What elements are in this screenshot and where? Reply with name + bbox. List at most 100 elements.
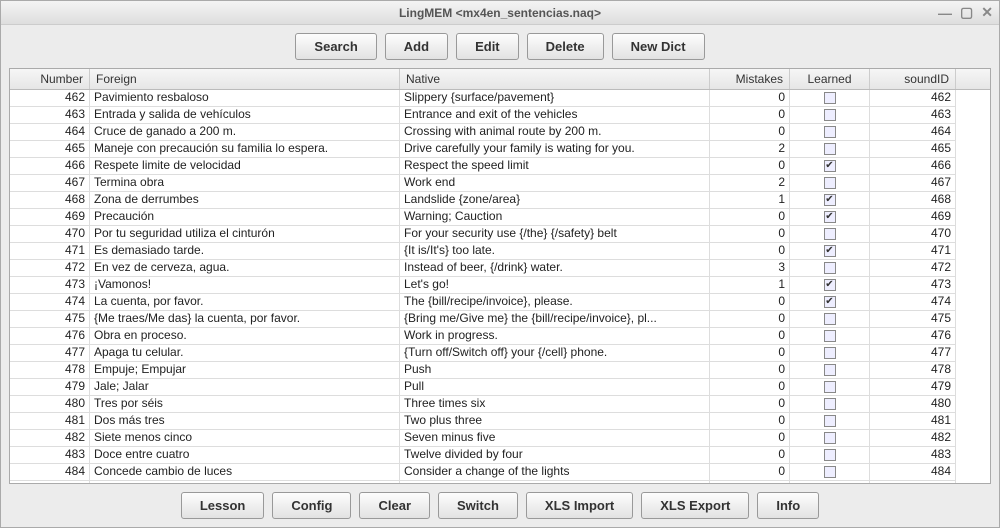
cell-learned: [790, 90, 870, 107]
table-row[interactable]: 472En vez de cerveza, agua.Instead of be…: [10, 260, 990, 277]
table-row[interactable]: 480Tres por séisThree times six0480: [10, 396, 990, 413]
learned-checkbox[interactable]: [824, 398, 836, 410]
cell-mistakes: 0: [710, 124, 790, 141]
minimize-icon[interactable]: —: [938, 5, 952, 21]
table-row[interactable]: 465Maneje con precaución su familia lo e…: [10, 141, 990, 158]
cell-foreign: Es demasiado tarde.: [90, 243, 400, 260]
table-row[interactable]: 463Entrada y salida de vehículosEntrance…: [10, 107, 990, 124]
learned-checkbox[interactable]: ✔: [824, 296, 836, 308]
learned-checkbox[interactable]: [824, 126, 836, 138]
table-row[interactable]: 483Doce entre cuatroTwelve divided by fo…: [10, 447, 990, 464]
cell-foreign: ¡Vamonos!: [90, 277, 400, 294]
cell-native: Pull: [400, 379, 710, 396]
learned-checkbox[interactable]: [824, 330, 836, 342]
cell-mistakes: 0: [710, 294, 790, 311]
cell-mistakes: 0: [710, 209, 790, 226]
xlsimport-button[interactable]: XLS Import: [526, 492, 633, 519]
table-row[interactable]: 470Por tu seguridad utiliza el cinturónF…: [10, 226, 990, 243]
cell-native: Drive carefully your family is wating fo…: [400, 141, 710, 158]
xlsexport-button[interactable]: XLS Export: [641, 492, 749, 519]
cell-native: Respect the speed limit: [400, 158, 710, 175]
learned-checkbox[interactable]: [824, 347, 836, 359]
learned-checkbox[interactable]: [824, 466, 836, 478]
info-button[interactable]: Info: [757, 492, 819, 519]
cell-learned: [790, 141, 870, 158]
cell-foreign: En vez de cerveza, agua.: [90, 260, 400, 277]
learned-checkbox[interactable]: [824, 381, 836, 393]
cell-soundid: 477: [870, 345, 956, 362]
table-row[interactable]: 476Obra en proceso.Work in progress.0476: [10, 328, 990, 345]
cell-soundid: 470: [870, 226, 956, 243]
cell-number: 473: [10, 277, 90, 294]
learned-checkbox[interactable]: [824, 432, 836, 444]
col-header-learned[interactable]: Learned: [790, 69, 870, 89]
cell-mistakes: 0: [710, 226, 790, 243]
cell-soundid: 469: [870, 209, 956, 226]
cell-number: 472: [10, 260, 90, 277]
cell-learned: ✔: [790, 192, 870, 209]
switch-button[interactable]: Switch: [438, 492, 518, 519]
learned-checkbox[interactable]: ✔: [824, 245, 836, 257]
col-header-foreign[interactable]: Foreign: [90, 69, 400, 89]
table-row[interactable]: 481Dos más tresTwo plus three0481: [10, 413, 990, 430]
delete-button[interactable]: Delete: [527, 33, 604, 60]
learned-checkbox[interactable]: ✔: [824, 160, 836, 172]
cell-native: Let's go!: [400, 277, 710, 294]
table-row[interactable]: 485Casetta de cobro a 200 m.Payment poin…: [10, 481, 990, 483]
learned-checkbox[interactable]: [824, 92, 836, 104]
learned-checkbox[interactable]: [824, 177, 836, 189]
table-row[interactable]: 462Pavimiento resbalosoSlippery {surface…: [10, 90, 990, 107]
table-row[interactable]: 475{Me traes/Me das} la cuenta, por favo…: [10, 311, 990, 328]
learned-checkbox[interactable]: ✔: [824, 194, 836, 206]
table-row[interactable]: 482Siete menos cincoSeven minus five0482: [10, 430, 990, 447]
learned-checkbox[interactable]: ✔: [824, 211, 836, 223]
learned-checkbox[interactable]: [824, 364, 836, 376]
maximize-icon[interactable]: ▢: [960, 4, 973, 21]
learned-checkbox[interactable]: [824, 143, 836, 155]
table-row[interactable]: 471Es demasiado tarde.{It is/It's} too l…: [10, 243, 990, 260]
learned-checkbox[interactable]: [824, 228, 836, 240]
learned-checkbox[interactable]: [824, 313, 836, 325]
col-header-mistakes[interactable]: Mistakes: [710, 69, 790, 89]
cell-mistakes: 1: [710, 192, 790, 209]
cell-foreign: Termina obra: [90, 175, 400, 192]
table-row[interactable]: 479Jale; JalarPull0479: [10, 379, 990, 396]
table-row[interactable]: 473¡Vamonos!Let's go!1✔473: [10, 277, 990, 294]
table-row[interactable]: 478Empuje; EmpujarPush0478: [10, 362, 990, 379]
table-row[interactable]: 469PrecauciónWarning; Cauction0✔469: [10, 209, 990, 226]
col-header-number[interactable]: Number: [10, 69, 90, 89]
learned-checkbox[interactable]: ✔: [824, 279, 836, 291]
table-row[interactable]: 484Concede cambio de lucesConsider a cha…: [10, 464, 990, 481]
learned-checkbox[interactable]: [824, 109, 836, 121]
cell-foreign: {Me traes/Me das} la cuenta, por favor.: [90, 311, 400, 328]
col-header-soundid[interactable]: soundID: [870, 69, 956, 89]
table-row[interactable]: 464Cruce de ganado a 200 m.Crossing with…: [10, 124, 990, 141]
cell-native: Instead of beer, {/drink} water.: [400, 260, 710, 277]
newdict-button[interactable]: New Dict: [612, 33, 705, 60]
lesson-button[interactable]: Lesson: [181, 492, 265, 519]
table-row[interactable]: 466Respete limite de velocidadRespect th…: [10, 158, 990, 175]
table-row[interactable]: 468Zona de derrumbesLandslide {zone/area…: [10, 192, 990, 209]
cell-learned: [790, 379, 870, 396]
table-row[interactable]: 467Termina obraWork end2467: [10, 175, 990, 192]
clear-button[interactable]: Clear: [359, 492, 430, 519]
cell-learned: [790, 447, 870, 464]
table-row[interactable]: 474La cuenta, por favor.The {bill/recipe…: [10, 294, 990, 311]
search-button[interactable]: Search: [295, 33, 376, 60]
learned-checkbox[interactable]: [824, 415, 836, 427]
cell-mistakes: 0: [710, 90, 790, 107]
table-row[interactable]: 477Apaga tu celular.{Turn off/Switch off…: [10, 345, 990, 362]
edit-button[interactable]: Edit: [456, 33, 519, 60]
table-body[interactable]: 462Pavimiento resbalosoSlippery {surface…: [10, 90, 990, 483]
learned-checkbox[interactable]: [824, 449, 836, 461]
cell-mistakes: 0: [710, 107, 790, 124]
add-button[interactable]: Add: [385, 33, 448, 60]
config-button[interactable]: Config: [272, 492, 351, 519]
cell-foreign: Respete limite de velocidad: [90, 158, 400, 175]
learned-checkbox[interactable]: [824, 262, 836, 274]
close-icon[interactable]: ✕: [981, 4, 993, 21]
data-table: Number Foreign Native Mistakes Learned s…: [9, 68, 991, 484]
col-header-native[interactable]: Native: [400, 69, 710, 89]
cell-soundid: 462: [870, 90, 956, 107]
cell-mistakes: 0: [710, 345, 790, 362]
